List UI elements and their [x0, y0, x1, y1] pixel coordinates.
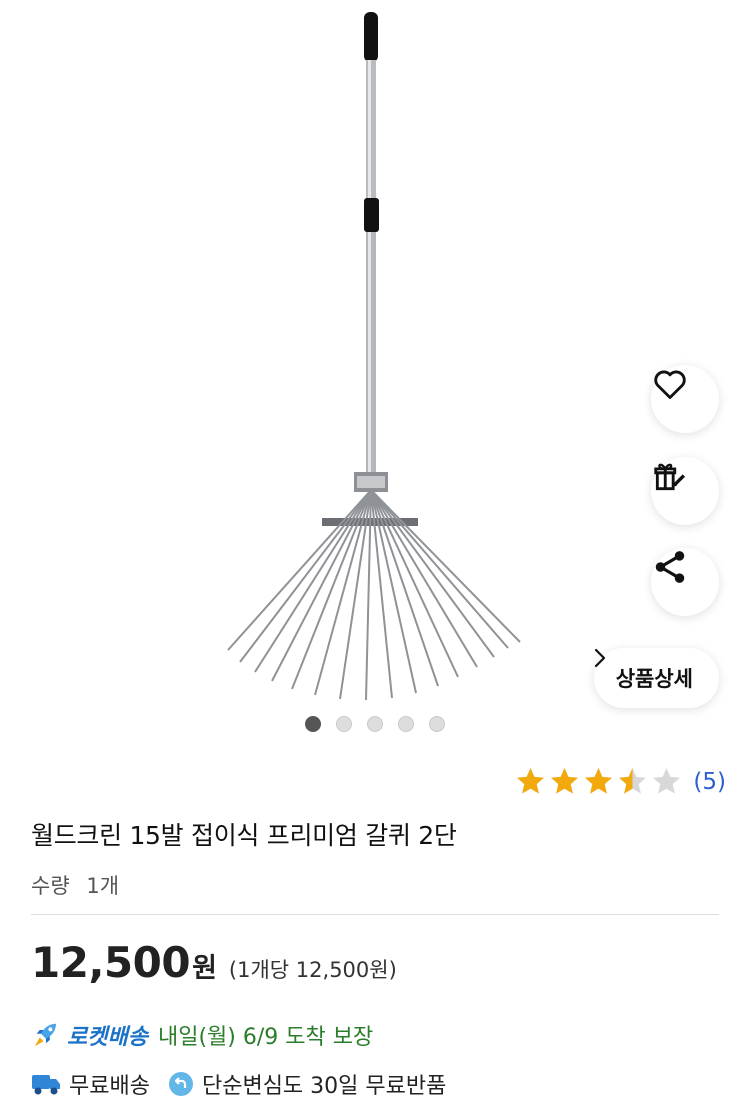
- pagination-dot[interactable]: [367, 716, 383, 732]
- quantity-value: 1개: [86, 874, 120, 898]
- price-amount: 12,500: [31, 938, 191, 987]
- product-image-gallery[interactable]: 상품상세: [0, 0, 750, 750]
- heart-outline-icon: [654, 370, 686, 399]
- star-icon: [551, 767, 579, 794]
- arrival-date: 내일(월) 6/9 도착 보장: [157, 1025, 374, 1050]
- star-icon: [585, 767, 613, 794]
- product-detail-label: 상품상세: [615, 667, 693, 691]
- unit-price: (1개당 12,500원): [228, 958, 397, 982]
- free-return: 단순변심도 30일 무료반품: [168, 1068, 446, 1100]
- chevron-right-icon: [594, 648, 605, 668]
- free-return-label: 단순변심도 30일 무료반품: [201, 1074, 447, 1099]
- star-rating[interactable]: (5): [515, 766, 726, 797]
- quantity-row: 수량 1개: [31, 870, 119, 900]
- pagination-dot[interactable]: [336, 716, 352, 732]
- share-icon: [655, 551, 685, 583]
- price-row: 12,500 원 (1개당 12,500원): [31, 938, 397, 987]
- gift-rocket-icon: [654, 463, 686, 491]
- price-currency: 원: [192, 953, 217, 984]
- divider: [31, 914, 719, 915]
- free-shipping: 무료배송: [31, 1068, 150, 1100]
- pagination-dot[interactable]: [429, 716, 445, 732]
- quantity-label: 수량: [31, 874, 70, 898]
- pagination-dot[interactable]: [305, 716, 321, 732]
- benefits-row: 무료배송 단순변심도 30일 무료반품: [31, 1068, 464, 1100]
- gallery-pagination: [305, 716, 445, 732]
- star-icon: [653, 767, 681, 794]
- gift-button[interactable]: [651, 457, 719, 525]
- product-title: 월드크린 15발 접이식 프리미엄 갈퀴 2단: [31, 821, 457, 850]
- pagination-dot[interactable]: [398, 716, 414, 732]
- star-icon: [619, 767, 647, 794]
- wishlist-button[interactable]: [651, 365, 719, 433]
- review-count[interactable]: (5): [693, 769, 726, 795]
- return-icon: [168, 1071, 194, 1097]
- rocket-delivery-row: 로켓배송 내일(월) 6/9 도착 보장: [31, 1019, 373, 1051]
- rocket-delivery-label: 로켓배송: [67, 1025, 148, 1050]
- share-button[interactable]: [651, 548, 719, 616]
- truck-icon: [31, 1071, 61, 1097]
- star-icon: [517, 767, 545, 794]
- product-detail-button[interactable]: 상품상세: [593, 648, 719, 708]
- rocket-icon: [34, 1023, 56, 1047]
- free-shipping-label: 무료배송: [69, 1074, 150, 1099]
- rake-image: [227, 12, 521, 701]
